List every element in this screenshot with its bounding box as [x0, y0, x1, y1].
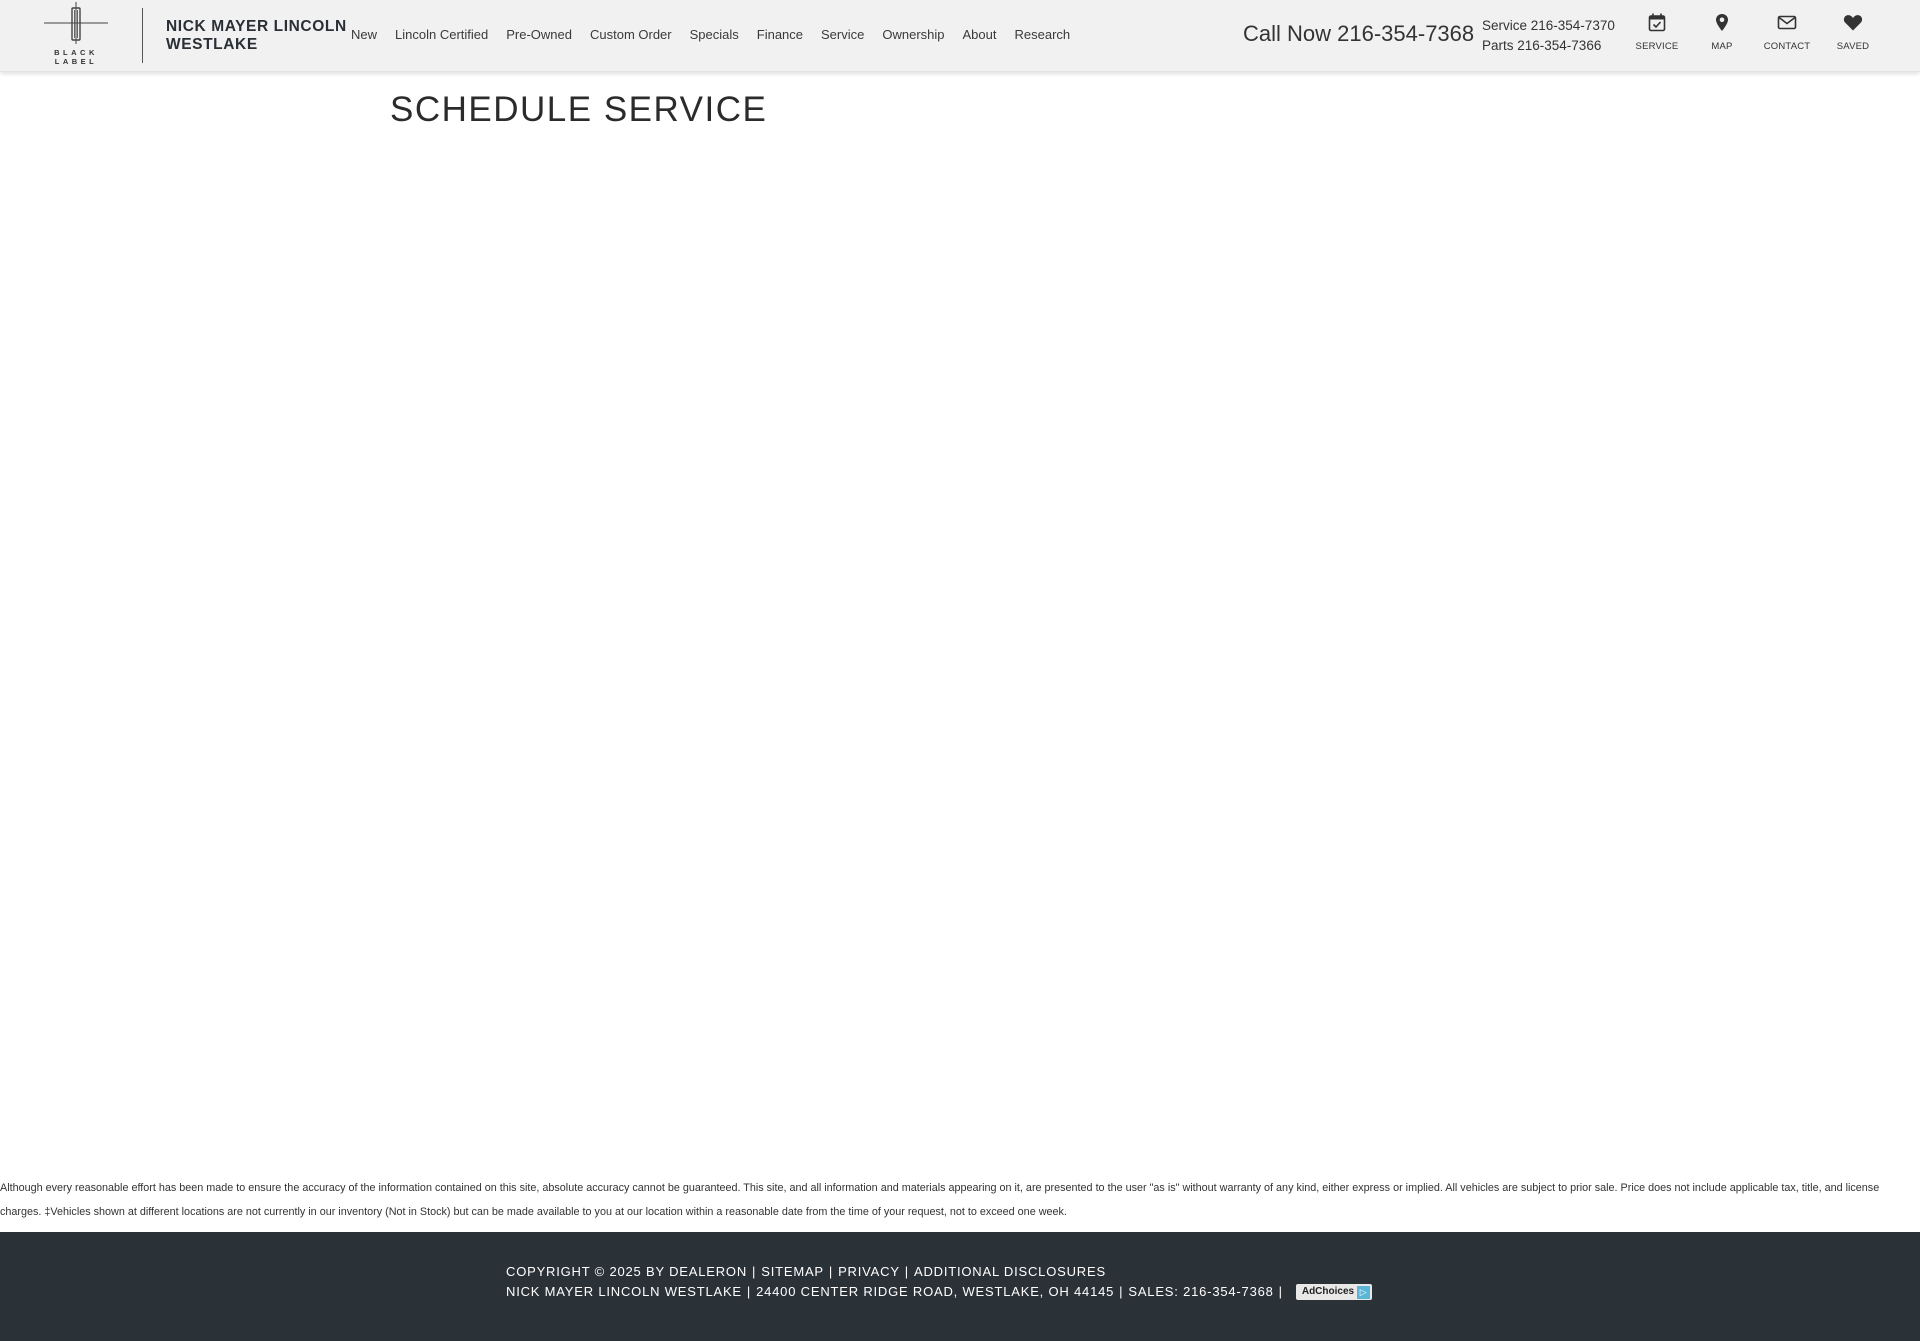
- footer-separator: |: [904, 1264, 909, 1279]
- footer-separator: |: [1278, 1284, 1283, 1299]
- service-phone-link[interactable]: Service 216-354-7370: [1482, 16, 1615, 36]
- nav-item-service[interactable]: Service: [821, 27, 864, 42]
- adchoices-button[interactable]: AdChoices ▷: [1295, 1284, 1373, 1300]
- header-divider: [142, 8, 143, 63]
- heart-icon: [1843, 15, 1863, 31]
- nav-item-about[interactable]: About: [963, 27, 997, 42]
- adchoices-icon: ▷: [1357, 1285, 1371, 1299]
- footer-separator: |: [752, 1264, 757, 1279]
- nav-item-ownership[interactable]: Ownership: [882, 27, 944, 42]
- lincoln-star-icon: [44, 2, 108, 44]
- legal-disclaimer: Although every reasonable effort has bee…: [0, 1182, 1880, 1218]
- contact-utility-button[interactable]: CONTACT: [1752, 13, 1822, 52]
- map-utility-label: MAP: [1711, 41, 1733, 52]
- adchoices-label: AdChoices: [1301, 1286, 1355, 1297]
- nav-item-research[interactable]: Research: [1015, 27, 1071, 42]
- footer-separator: |: [828, 1264, 834, 1279]
- saved-utility-label: SAVED: [1836, 41, 1870, 52]
- envelope-icon: [1777, 15, 1797, 30]
- site-footer: COPYRIGHT © 2025 BY DEALERON | SITEMAP |…: [0, 1232, 1920, 1341]
- nav-item-lincoln-certified[interactable]: Lincoln Certified: [395, 27, 488, 42]
- sitemap-link[interactable]: SITEMAP: [761, 1262, 824, 1282]
- nav-item-specials[interactable]: Specials: [690, 27, 739, 42]
- footer-separator: |: [746, 1284, 752, 1299]
- service-utility-button[interactable]: SERVICE: [1622, 13, 1692, 52]
- contact-utility-label: CONTACT: [1763, 41, 1811, 52]
- copyright-text: COPYRIGHT © 2025 BY DEALERON: [506, 1264, 748, 1279]
- page-title: SCHEDULE SERVICE: [390, 90, 768, 129]
- footer-dealer-name: NICK MAYER LINCOLN WESTLAKE: [506, 1284, 742, 1299]
- privacy-link[interactable]: PRIVACY: [838, 1262, 900, 1282]
- sales-phone-link[interactable]: SALES: 216-354-7368: [1128, 1282, 1273, 1302]
- nav-item-new[interactable]: New: [351, 27, 377, 42]
- map-marker-icon: [1716, 14, 1728, 31]
- nav-item-finance[interactable]: Finance: [757, 27, 803, 42]
- lincoln-black-label-logo[interactable]: BLACK LABEL: [44, 2, 108, 68]
- nav-item-pre-owned[interactable]: Pre-Owned: [506, 27, 572, 42]
- map-utility-button[interactable]: MAP: [1687, 13, 1757, 52]
- footer-separator: |: [1119, 1284, 1124, 1299]
- footer-address: 24400 CENTER RIDGE ROAD, WESTLAKE, OH 44…: [756, 1284, 1115, 1299]
- site-header: BLACK LABEL NICK MAYER LINCOLN WESTLAKE …: [0, 0, 1920, 72]
- call-now-link[interactable]: Call Now 216-354-7368: [1243, 21, 1474, 47]
- nav-item-custom-order[interactable]: Custom Order: [590, 27, 672, 42]
- parts-phone-link[interactable]: Parts 216-354-7366: [1482, 36, 1615, 56]
- footer-links: COPYRIGHT © 2025 BY DEALERON | SITEMAP |…: [506, 1262, 1373, 1302]
- dealer-name[interactable]: NICK MAYER LINCOLN WESTLAKE: [166, 18, 366, 54]
- main-nav: New Lincoln Certified Pre-Owned Custom O…: [351, 27, 1088, 42]
- service-utility-label: SERVICE: [1635, 41, 1679, 52]
- footer-line-address: NICK MAYER LINCOLN WESTLAKE | 24400 CENT…: [506, 1282, 1373, 1302]
- additional-disclosures-link[interactable]: ADDITIONAL DISCLOSURES: [914, 1262, 1106, 1282]
- footer-line-copyright: COPYRIGHT © 2025 BY DEALERON | SITEMAP |…: [506, 1262, 1372, 1282]
- calendar-check-icon: [1648, 13, 1666, 32]
- department-phones: Service 216-354-7370 Parts 216-354-7366: [1482, 16, 1615, 56]
- logo-text: BLACK LABEL: [54, 48, 98, 66]
- saved-utility-button[interactable]: SAVED: [1818, 13, 1888, 52]
